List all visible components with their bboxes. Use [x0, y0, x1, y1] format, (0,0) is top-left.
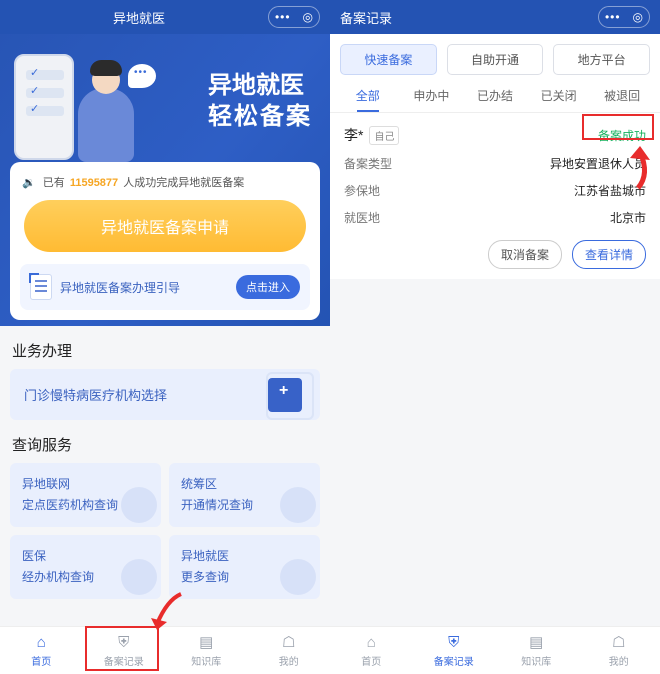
row-insured-area: 参保地江苏省盐城市 [344, 182, 646, 199]
section-title-business: 业务办理 [0, 326, 330, 369]
tab-home[interactable]: ⌂首页 [330, 627, 413, 674]
person-icon: ☖ [282, 633, 295, 651]
home-icon: ⌂ [367, 634, 376, 651]
success-count: 🔉 已有 11595877 人成功完成异地就医备案 [22, 174, 310, 190]
record-name: 李* [344, 125, 363, 145]
home-icon: ⌂ [37, 634, 46, 651]
tab-knowledge[interactable]: ▤知识库 [165, 627, 248, 674]
header-title: 异地就医 [10, 8, 268, 27]
self-badge: 自己 [369, 126, 399, 145]
view-detail-button[interactable]: 查看详情 [572, 240, 646, 269]
header-title: 备案记录 [340, 8, 598, 27]
apply-button[interactable]: 异地就医备案申请 [24, 200, 306, 252]
building-icon [121, 559, 157, 595]
chronic-hospital-select[interactable]: 门诊慢特病医疗机构选择 [10, 369, 320, 420]
chip-local-platform[interactable]: 地方平台 [553, 44, 650, 75]
hero-card: 🔉 已有 11595877 人成功完成异地就医备案 异地就医备案申请 异地就医备… [10, 162, 320, 320]
tab-all[interactable]: 全部 [336, 77, 400, 112]
tile-pooling-area[interactable]: 统筹区开通情况查询 [169, 463, 320, 527]
phone-illustration [14, 54, 74, 160]
tab-bar: ⌂首页 ⛨备案记录 ▤知识库 ☖我的 [330, 626, 660, 674]
tab-bar: ⌂首页 ⛨备案记录 ▤知识库 ☖我的 [0, 626, 330, 674]
section-title-query: 查询服务 [0, 420, 330, 463]
tab-records[interactable]: ⛨备案记录 [413, 627, 496, 674]
header: 异地就医 ••• ◎ [0, 0, 330, 34]
cancel-record-button[interactable]: 取消备案 [488, 240, 562, 269]
shield-icon: ⛨ [118, 634, 129, 651]
chip-fast-record[interactable]: 快速备案 [340, 44, 437, 75]
person-illustration [78, 88, 134, 162]
person-icon: ☖ [612, 633, 625, 651]
row-type: 备案类型异地安置退休人员 [344, 155, 646, 172]
target-icon[interactable]: ◎ [633, 10, 643, 24]
more-icon[interactable]: ••• [275, 10, 291, 24]
guide-row[interactable]: 异地就医备案办理引导 点击进入 [20, 264, 310, 310]
right-screen: 备案记录 ••• ◎ 快速备案 自助开通 地方平台 全部 申办中 已办结 已关闭… [330, 0, 660, 674]
tile-network-hospital[interactable]: 异地联网定点医药机构查询 [10, 463, 161, 527]
tab-done[interactable]: 已办结 [463, 77, 527, 112]
tab-mine[interactable]: ☖我的 [578, 627, 660, 674]
query-grid: 异地联网定点医药机构查询 统筹区开通情况查询 医保经办机构查询 异地就医更多查询 [0, 463, 330, 603]
record-card: 李* 自己 备案成功 备案类型异地安置退休人员 参保地江苏省盐城市 就医地北京市… [330, 113, 660, 279]
guide-text: 异地就医备案办理引导 [60, 279, 228, 296]
tab-mine[interactable]: ☖我的 [248, 627, 331, 674]
filter-bar: 快速备案 自助开通 地方平台 [330, 34, 660, 77]
shield-icon: ⛨ [448, 634, 459, 651]
record-status: 备案成功 [598, 127, 646, 144]
location-icon [280, 487, 316, 523]
chip-self-open[interactable]: 自助开通 [447, 44, 544, 75]
banner: 异地就医 轻松备案 🔉 已有 11595877 人成功完成异地就医备案 异地就医… [0, 34, 330, 326]
left-screen: 异地就医 ••• ◎ 异地就医 轻松备案 🔉 已有 11595877 人成功完成… [0, 0, 330, 674]
tab-home[interactable]: ⌂首页 [0, 627, 83, 674]
annotation-arrow-status [622, 144, 656, 195]
miniprogram-menu[interactable]: ••• ◎ [268, 6, 320, 28]
header: 备案记录 ••• ◎ [330, 0, 660, 34]
tab-knowledge[interactable]: ▤知识库 [495, 627, 578, 674]
book-icon: ▤ [529, 633, 543, 651]
link-icon [121, 487, 157, 523]
tile-agency[interactable]: 医保经办机构查询 [10, 535, 161, 599]
target-icon[interactable]: ◎ [303, 10, 313, 24]
banner-slogan: 异地就医 轻松备案 [208, 70, 312, 132]
status-tabs: 全部 申办中 已办结 已关闭 被退回 [330, 77, 660, 113]
guide-enter-button[interactable]: 点击进入 [236, 275, 300, 299]
tile-more-query[interactable]: 异地就医更多查询 [169, 535, 320, 599]
document-icon [30, 274, 52, 300]
book-icon: ▤ [199, 633, 213, 651]
row-medical-area: 就医地北京市 [344, 209, 646, 226]
tab-processing[interactable]: 申办中 [400, 77, 464, 112]
speaker-icon: 🔉 [22, 177, 36, 189]
tab-records[interactable]: ⛨备案记录 [83, 627, 166, 674]
tab-closed[interactable]: 已关闭 [527, 77, 591, 112]
more-query-icon [280, 559, 316, 595]
more-icon[interactable]: ••• [605, 10, 621, 24]
miniprogram-menu[interactable]: ••• ◎ [598, 6, 650, 28]
hospital-icon [268, 378, 302, 412]
speech-bubble-icon [128, 64, 156, 88]
tab-rejected[interactable]: 被退回 [590, 77, 654, 112]
